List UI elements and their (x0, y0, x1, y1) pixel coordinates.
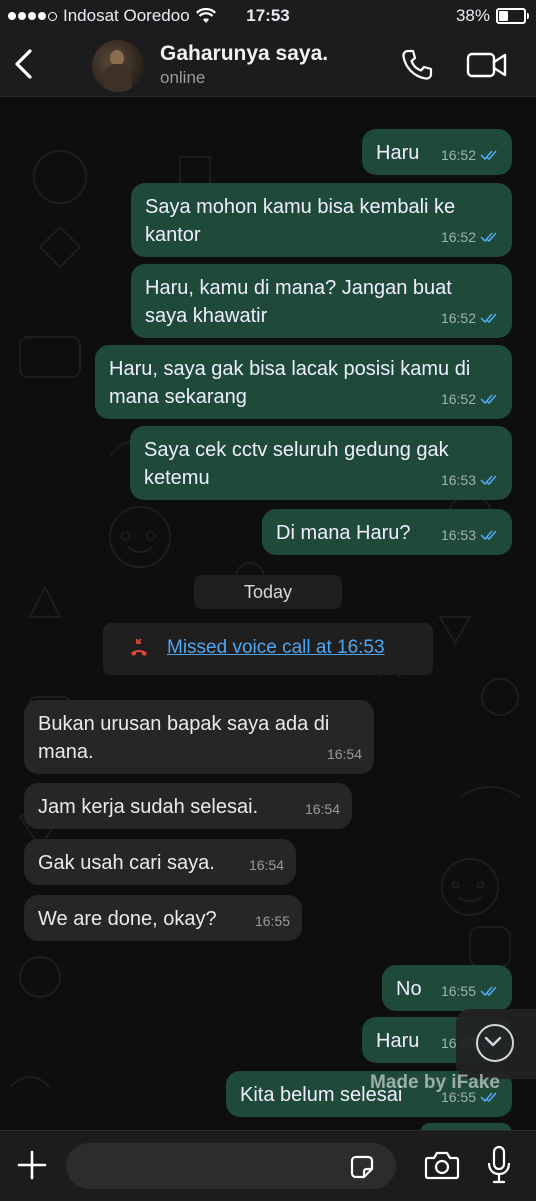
message-bubble-incoming[interactable]: Bukan urusan bapak saya ada di mana. 16:… (24, 700, 374, 774)
scroll-to-bottom-button[interactable] (456, 1009, 536, 1079)
chat-area[interactable]: Haru 16:52 Saya mohon kamu bisa kembali … (0, 97, 536, 1130)
message-bubble-incoming[interactable]: Gak usah cari saya. 16:54 (24, 839, 296, 885)
message-bubble-outgoing[interactable]: Haru, kamu di mana? Jangan buat saya kha… (131, 264, 512, 338)
microphone-icon[interactable] (486, 1145, 512, 1185)
message-text: Haru (376, 1030, 420, 1052)
read-ticks-icon (480, 150, 497, 161)
message-bubble-incoming[interactable]: Jam kerja sudah selesai. 16:54 (24, 783, 352, 829)
message-text: We are done, okay? (38, 908, 217, 930)
plus-icon[interactable] (16, 1149, 48, 1181)
missed-call-icon (127, 637, 151, 661)
contact-name[interactable]: Gaharunya saya. (160, 42, 328, 66)
message-time: 16:52 (440, 391, 476, 407)
read-ticks-icon (480, 313, 497, 324)
message-text: No (396, 978, 422, 1000)
message-input[interactable] (66, 1143, 396, 1189)
message-bubble-outgoing[interactable]: Saya cek cctv seluruh gedung gak ketemu … (130, 426, 512, 500)
video-camera-icon[interactable] (466, 50, 508, 80)
missed-call-notice[interactable]: Missed voice call at 16:53 (103, 623, 433, 675)
read-ticks-icon (480, 394, 497, 405)
message-text: Haru, kamu di mana? Jangan buat saya kha… (145, 277, 452, 327)
message-time: 16:54 (248, 857, 284, 873)
message-time: 16:54 (304, 801, 340, 817)
message-time: 16:52 (440, 147, 476, 163)
phone-icon[interactable] (400, 48, 434, 82)
camera-icon[interactable] (424, 1149, 460, 1181)
status-bar: Indosat Ooredoo 17:53 38% (0, 0, 536, 34)
message-text: Saya cek cctv seluruh gedung gak ketemu (144, 439, 449, 489)
message-bubble-outgoing[interactable]: Saya mohon kamu bisa kembali ke kantor 1… (131, 183, 512, 257)
date-divider: Today (194, 575, 342, 609)
chevron-down-icon (476, 1024, 514, 1062)
message-text: Haru (376, 142, 420, 164)
message-text: Bukan urusan bapak saya ada di mana. (38, 713, 330, 763)
sticker-icon[interactable] (348, 1153, 376, 1181)
read-ticks-icon (480, 232, 497, 243)
contact-status: online (160, 68, 206, 87)
read-ticks-icon (480, 530, 497, 541)
message-time: 16:55 (254, 913, 290, 929)
message-time: 16:55 (440, 983, 476, 999)
message-bubble-outgoing[interactable]: No 16:55 (382, 965, 512, 1011)
battery-icon (496, 8, 529, 24)
message-bubble-outgoing[interactable]: Haru 16:52 (362, 129, 512, 175)
read-ticks-icon (480, 475, 497, 486)
read-ticks-icon (480, 986, 497, 997)
message-text: Jam kerja sudah selesai. (38, 796, 259, 818)
chat-header: Gaharunya saya. online (0, 34, 536, 97)
missed-call-link[interactable]: Missed voice call at 16:53 (167, 637, 385, 659)
message-time: 16:54 (326, 746, 362, 762)
battery-percent: 38% (455, 6, 490, 25)
message-time: 16:53 (440, 527, 476, 543)
message-time: 16:53 (440, 472, 476, 488)
avatar[interactable] (92, 40, 144, 92)
back-chevron-icon[interactable] (10, 48, 40, 80)
message-time: 16:52 (440, 229, 476, 245)
message-input-bar (0, 1130, 536, 1201)
message-bubble-outgoing[interactable]: Di mana Haru? 16:53 (262, 509, 512, 555)
message-text: Di mana Haru? (276, 522, 411, 544)
message-text: Haru, saya gak bisa lacak posisi kamu di… (109, 358, 471, 408)
message-bubble-outgoing[interactable]: Haru, saya gak bisa lacak posisi kamu di… (95, 345, 512, 419)
message-time: 16:52 (440, 310, 476, 326)
message-text: Saya mohon kamu bisa kembali ke kantor (145, 196, 456, 246)
message-text: Gak usah cari saya. (38, 852, 215, 874)
watermark: Made by iFake (370, 1072, 500, 1093)
message-bubble-incoming[interactable]: We are done, okay? 16:55 (24, 895, 302, 941)
message-bubble-outgoing-partial (420, 1123, 512, 1130)
